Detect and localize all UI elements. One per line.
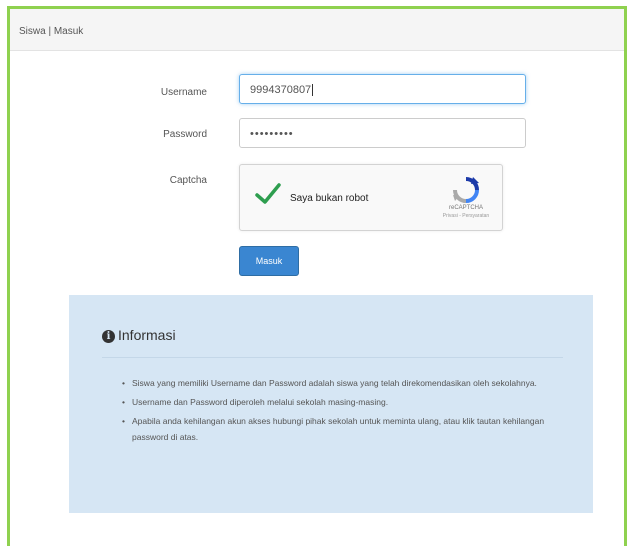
login-panel: Siswa | Masuk Username 9994370807 Passwo… <box>7 6 627 546</box>
info-panel: iInformasi Siswa yang memiliki Username … <box>69 295 593 513</box>
captcha-checkbox-label: Saya bukan robot <box>290 193 369 204</box>
password-label: Password <box>163 129 207 140</box>
divider <box>102 357 563 358</box>
list-item: Apabila anda kehilangan akun akses hubun… <box>122 413 562 445</box>
list-item: Username dan Password diperoleh melalui … <box>122 394 562 410</box>
info-title: Informasi <box>118 327 176 343</box>
username-value: 9994370807 <box>250 84 312 96</box>
info-heading: i Informasi <box>102 327 176 343</box>
text-caret <box>312 84 314 97</box>
username-label: Username <box>160 87 207 98</box>
list-item: Siswa yang memiliki Username dan Passwor… <box>122 375 562 391</box>
page-title: Siswa | Masuk <box>19 26 84 37</box>
recaptcha-widget: Saya bukan robot reCAPTCHA Privasi - Per… <box>239 164 503 231</box>
info-list: Siswa yang memiliki Username dan Passwor… <box>122 375 562 448</box>
recaptcha-privacy-links[interactable]: Privasi - Persyaratan <box>438 213 494 219</box>
panel-heading: Siswa | Masuk <box>10 9 624 51</box>
checkmark-icon[interactable] <box>254 182 282 211</box>
password-value: ••••••••• <box>250 128 294 140</box>
recaptcha-brand: reCAPTCHA <box>448 205 483 211</box>
info-icon: i <box>102 330 115 343</box>
login-button[interactable]: Masuk <box>239 246 299 276</box>
username-input[interactable]: 9994370807 <box>239 74 526 104</box>
password-input[interactable]: ••••••••• <box>239 118 526 148</box>
captcha-label: Captcha <box>169 175 207 186</box>
